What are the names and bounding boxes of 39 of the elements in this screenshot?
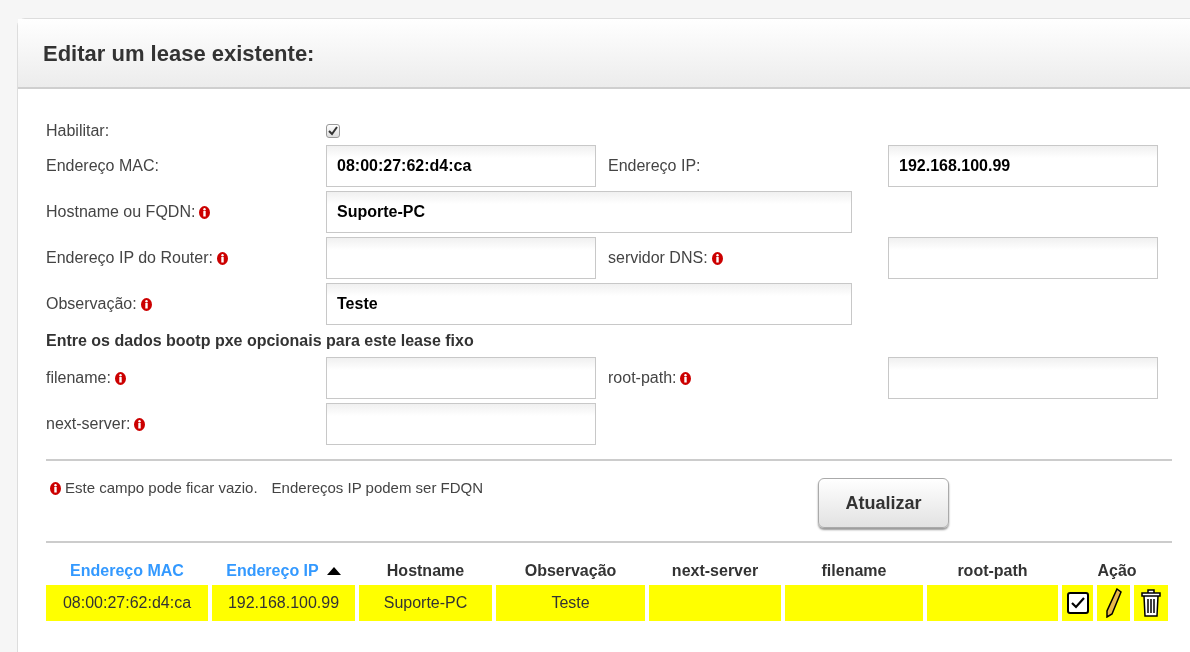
field-label: servidor DNS: <box>608 249 708 266</box>
text-field[interactable]: 08:00:27:62:d4:ca <box>326 145 596 187</box>
field-label: next-server: <box>46 415 131 432</box>
field-label: filename: <box>46 369 111 386</box>
trash-icon[interactable] <box>1140 588 1162 618</box>
text-field[interactable] <box>888 357 1158 399</box>
checkbox-icon[interactable] <box>1066 592 1089 614</box>
column-header: filename <box>821 561 887 581</box>
panel-title: Editar um lease existente: <box>43 39 315 68</box>
checkbox[interactable] <box>326 124 340 138</box>
text-field[interactable]: Teste <box>326 283 852 325</box>
column-header: Ação <box>1097 561 1137 581</box>
note-text: Endereços IP podem ser FDQN <box>271 478 484 498</box>
note-text: Este campo pode ficar vazio. <box>65 478 258 498</box>
field-label: Endereço MAC: <box>46 157 159 174</box>
table-cell: Teste <box>496 585 645 621</box>
text-field[interactable] <box>888 237 1158 279</box>
table-cell: Suporte-PC <box>359 585 492 621</box>
field-label: Endereço IP: <box>608 157 701 174</box>
column-header: next-server <box>671 561 759 581</box>
pencil-icon[interactable] <box>1105 588 1122 618</box>
field-label: Endereço IP do Router: <box>46 249 213 266</box>
table-cell: 08:00:27:62:d4:ca <box>46 585 208 621</box>
column-header: Observação <box>524 561 617 581</box>
column-header: Hostname <box>386 561 465 581</box>
table-cell: 192.168.100.99 <box>212 585 355 621</box>
info-icon <box>50 481 61 495</box>
text-field[interactable] <box>326 357 596 399</box>
text-field[interactable]: Suporte-PC <box>326 191 852 233</box>
field-label: Observação: <box>46 295 137 312</box>
field-label: Hostname ou FQDN: <box>46 203 196 220</box>
field-label: Habilitar: <box>46 122 110 139</box>
text-field[interactable] <box>326 237 596 279</box>
field-label: root-path: <box>608 369 677 386</box>
column-header: root-path <box>957 561 1028 581</box>
text-field[interactable]: 192.168.100.99 <box>888 145 1158 187</box>
text-field[interactable] <box>326 403 596 445</box>
section-heading: Entre os dados bootp pxe opcionais para este lease fixo <box>46 331 474 351</box>
update-button[interactable]: Atualizar <box>818 478 949 528</box>
